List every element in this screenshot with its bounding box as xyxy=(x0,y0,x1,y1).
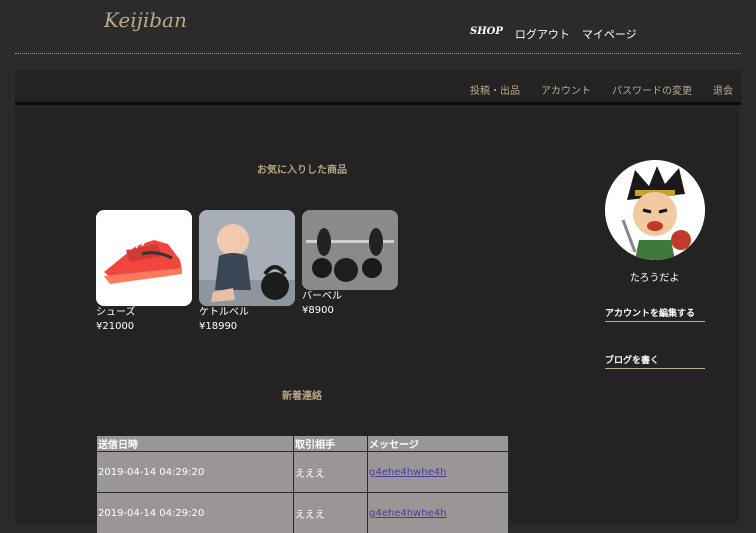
top-nav: SHOP ログアウト マイページ xyxy=(470,26,637,42)
sub-nav: 投稿・出品 アカウント パスワードの変更 退会 xyxy=(470,82,733,97)
nav-mypage[interactable]: マイページ xyxy=(582,26,637,42)
write-blog-link[interactable]: ブログを書く xyxy=(605,353,705,369)
product-name: シューズ xyxy=(96,306,192,320)
nav-logout[interactable]: ログアウト xyxy=(515,26,570,42)
product-name: ケトルベル xyxy=(199,306,295,320)
nav-shop[interactable]: SHOP xyxy=(470,26,503,42)
edit-account-link[interactable]: アカウントを編集する xyxy=(605,306,705,322)
table-row: 2019-04-14 04:29:20 えええ g4ehe4hwhe4h xyxy=(97,452,509,493)
subnav-password[interactable]: パスワードの変更 xyxy=(612,82,692,97)
row-message-cell: g4ehe4hwhe4h xyxy=(368,452,509,493)
site-header: Keijiban SHOP ログアウト マイページ xyxy=(0,0,756,56)
header-message: メッセージ xyxy=(368,436,509,452)
subnav-post[interactable]: 投稿・出品 xyxy=(470,82,520,97)
site-logo[interactable]: Keijiban xyxy=(104,8,187,32)
row-message-cell: g4ehe4hwhe4h xyxy=(368,493,509,533)
favorites-title: お気に入りした商品 xyxy=(257,161,347,176)
subnav-account[interactable]: アカウント xyxy=(541,82,591,97)
header-date: 送信日時 xyxy=(97,436,294,452)
product-image-shoes[interactable] xyxy=(96,210,192,306)
product-card[interactable]: バーベル ¥8900 xyxy=(302,210,398,318)
table-row: 2019-04-14 04:29:20 えええ g4ehe4hwhe4h xyxy=(97,493,509,533)
messages-title: 新着連絡 xyxy=(282,387,322,402)
subnav-withdraw[interactable]: 退会 xyxy=(713,82,733,97)
row-partner: えええ xyxy=(294,493,368,533)
row-date: 2019-04-14 04:29:20 xyxy=(97,493,294,533)
product-image-kettlebell[interactable] xyxy=(199,210,295,306)
avatar xyxy=(605,160,705,260)
messages-table: 送信日時 取引相手 メッセージ 2019-04-14 04:29:20 えええ … xyxy=(97,436,509,533)
product-price: ¥21000 xyxy=(96,320,192,334)
row-date: 2019-04-14 04:29:20 xyxy=(97,452,294,493)
header-partner: 取引相手 xyxy=(294,436,368,452)
message-link[interactable]: g4ehe4hwhe4h xyxy=(369,467,446,478)
product-card[interactable]: ケトルベル ¥18990 xyxy=(199,210,295,334)
product-price: ¥8900 xyxy=(302,304,398,318)
product-card[interactable]: シューズ ¥21000 xyxy=(96,210,192,334)
row-partner: えええ xyxy=(294,452,368,493)
message-link[interactable]: g4ehe4hwhe4h xyxy=(369,508,446,519)
table-header-row: 送信日時 取引相手 メッセージ xyxy=(97,436,509,452)
product-image-barbell[interactable] xyxy=(302,210,398,290)
username: たろうだよ xyxy=(630,269,679,284)
product-name: バーベル xyxy=(302,290,398,304)
header-divider xyxy=(15,53,741,54)
product-price: ¥18990 xyxy=(199,320,295,334)
